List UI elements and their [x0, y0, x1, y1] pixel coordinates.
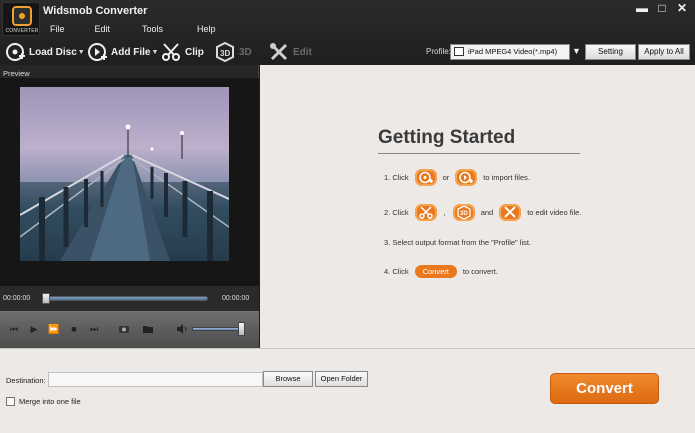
add-file-icon — [455, 169, 478, 186]
step-2-comma: , — [443, 208, 446, 217]
preview-label: Preview — [3, 69, 30, 78]
load-disc-label: Load Disc — [29, 46, 77, 58]
convert-button[interactable]: Convert — [550, 373, 659, 404]
3d-icon: 3D — [452, 204, 475, 221]
play-icon[interactable]: ▶ — [28, 323, 40, 335]
menu-help[interactable]: Help — [197, 24, 216, 34]
bottom-bar: Destination: Browse Open Folder Merge in… — [0, 348, 695, 433]
fast-forward-icon[interactable]: ⏩ — [48, 323, 60, 335]
menu-file[interactable]: File — [50, 24, 65, 34]
device-icon — [454, 47, 464, 56]
add-file-button[interactable]: Add File ▼ — [86, 40, 158, 64]
menu-bar: File Edit Tools Help — [50, 24, 216, 34]
scissors-icon — [160, 41, 182, 63]
previous-icon[interactable]: ⏮ — [8, 323, 20, 335]
browse-button[interactable]: Browse — [263, 371, 313, 387]
merge-label: Merge into one file — [19, 397, 81, 406]
current-time: 00:00:00 — [3, 295, 31, 302]
converter-logo-icon — [12, 6, 32, 26]
step-2-and: and — [480, 208, 494, 217]
open-folder-button[interactable]: Open Folder — [315, 371, 368, 387]
clip-label: Clip — [185, 46, 204, 58]
step-2-suffix: to edit video file. — [527, 208, 582, 217]
step-4: 4. Click Convert to convert. — [384, 265, 498, 278]
stop-icon[interactable]: ■ — [68, 323, 80, 335]
close-button[interactable]: ✕ — [675, 1, 689, 15]
clip-button[interactable]: Clip — [160, 40, 204, 64]
menu-edit[interactable]: Edit — [95, 24, 111, 34]
folder-icon[interactable] — [142, 323, 154, 335]
minimize-button[interactable]: ▬ — [635, 1, 649, 15]
getting-started-panel: Getting Started 1. Click or to import fi… — [260, 65, 695, 348]
step-4-prefix: 4. Click — [384, 267, 409, 276]
timeline: 00:00:00 00:00:00 — [0, 286, 259, 311]
profile-label: Profile: — [426, 47, 451, 56]
snapshot-icon[interactable] — [118, 323, 130, 335]
step-4-suffix: to convert. — [462, 267, 498, 276]
destination-label: Destination: — [6, 376, 46, 385]
volume-slider[interactable] — [192, 327, 242, 331]
edit-label: Edit — [293, 46, 312, 58]
step-3: 3. Select output format from the "Profil… — [384, 238, 532, 247]
seek-handle[interactable] — [42, 293, 50, 304]
clip-scissors-icon — [414, 204, 437, 221]
title-divider — [378, 153, 580, 154]
playback-controls: ⏮ ▶ ⏩ ■ ⏭ — [0, 311, 259, 348]
preview-image — [20, 87, 229, 261]
volume-icon[interactable] — [176, 323, 188, 335]
menu-tools[interactable]: Tools — [142, 24, 163, 34]
disc-icon — [4, 41, 26, 63]
step-1-suffix: to import files. — [483, 173, 530, 182]
profile-select[interactable]: iPad MPEG4 Video(*.mp4) — [450, 44, 570, 60]
step-1-or: or — [442, 173, 450, 182]
add-video-icon — [86, 41, 108, 63]
next-icon[interactable]: ⏭ — [88, 323, 100, 335]
seek-bar[interactable] — [44, 296, 208, 301]
title-bar: CONVERTER Widsmob Converter ▬ □ ✕ File E… — [0, 0, 695, 65]
setting-button[interactable]: Setting — [585, 44, 636, 60]
load-disc-caret-icon[interactable]: ▼ — [78, 49, 85, 56]
apply-to-all-button[interactable]: Apply to All — [638, 44, 690, 60]
svg-text:3D: 3D — [220, 49, 230, 58]
step-2-prefix: 2. Click — [384, 208, 409, 217]
tools-icon — [268, 41, 290, 63]
load-disc-button[interactable]: Load Disc ▼ — [4, 40, 85, 64]
3d-label: 3D — [239, 46, 252, 58]
step-4-convert-badge: Convert — [414, 265, 457, 278]
profile-value: iPad MPEG4 Video(*.mp4) — [468, 47, 558, 56]
total-time: 00:00:00 — [222, 295, 250, 302]
step-1-prefix: 1. Click — [384, 173, 409, 182]
3d-button[interactable]: 3D 3D — [214, 40, 252, 64]
step-2: 2. Click , 3D and to edit video file. — [384, 204, 581, 221]
preview-panel: Preview 00:00:00 00:00:00 ⏮ ▶ ⏩ ■ ⏭ — [0, 65, 259, 348]
destination-field[interactable] — [48, 372, 263, 387]
app-logo: CONVERTER — [2, 2, 40, 36]
app-logo-text: CONVERTER — [5, 28, 39, 34]
maximize-button[interactable]: □ — [655, 1, 669, 15]
svg-text:3D: 3D — [460, 211, 468, 217]
getting-started-title: Getting Started — [378, 127, 516, 148]
edit-tools-icon — [499, 204, 522, 221]
3d-cube-icon: 3D — [214, 41, 236, 63]
add-file-label: Add File — [111, 46, 151, 58]
add-file-caret-icon[interactable]: ▼ — [151, 49, 158, 56]
video-area — [0, 78, 259, 286]
app-title: Widsmob Converter — [43, 5, 148, 17]
load-disc-icon — [414, 169, 437, 186]
merge-checkbox[interactable] — [6, 397, 15, 406]
step-1: 1. Click or to import files. — [384, 169, 530, 186]
profile-dropdown-icon[interactable]: ▼ — [572, 46, 581, 56]
volume-handle[interactable] — [238, 322, 245, 336]
edit-button[interactable]: Edit — [268, 40, 312, 64]
window-controls: ▬ □ ✕ — [635, 1, 689, 15]
